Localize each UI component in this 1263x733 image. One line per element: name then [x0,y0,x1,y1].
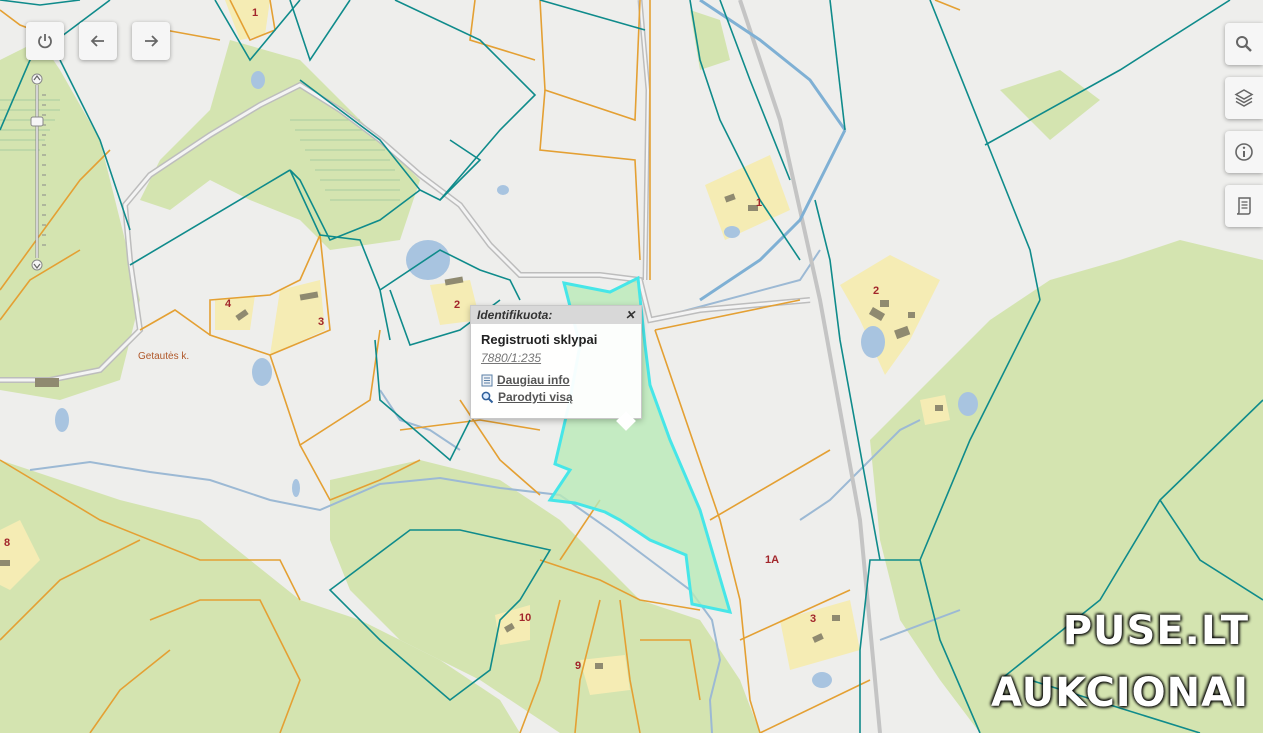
map-label: 1 [252,7,258,19]
forward-arrow-icon [145,35,159,47]
layers-button[interactable] [1225,77,1263,119]
power-icon [38,34,52,49]
watermark-line-2: AUKCIONAI [991,670,1249,716]
plot-id-link[interactable]: 7880/1:235 [481,351,631,365]
info-icon [1235,143,1253,161]
map-label: 3 [318,316,324,328]
show-all-link[interactable]: Parodyti visą [481,390,631,404]
legend-icon [1236,197,1251,215]
village-label: Getautės k. [138,351,189,362]
magnifier-icon [481,391,494,403]
zoom-thumb[interactable] [30,116,44,127]
map-label: 3 [810,613,816,625]
map-label: 2 [873,285,879,297]
power-button[interactable] [26,22,64,60]
identify-popup: Identifikuota: ✕ Registruoti sklypai 788… [470,305,642,431]
forward-button[interactable] [132,22,170,60]
map-label: 4 [225,298,232,310]
back-button[interactable] [79,22,117,60]
map-label: 1 [756,197,762,209]
popup-header: Identifikuota: ✕ [471,306,641,324]
layers-icon [1234,89,1254,107]
document-icon [481,374,493,386]
popup-layer-name: Registruoti sklypai [481,332,598,347]
info-button[interactable] [1225,131,1263,173]
more-info-label: Daugiau info [497,373,570,387]
map-label: 10 [519,612,531,624]
show-all-label: Parodyti visą [498,390,573,404]
watermark-line-1: PUSE.LT [1062,608,1249,654]
map-label: 1A [765,554,779,566]
legend-button[interactable] [1225,185,1263,227]
search-icon [1236,36,1252,52]
back-arrow-icon [90,35,104,47]
map-label: 8 [4,537,10,549]
map-label: 2 [454,299,460,311]
map-label: 9 [575,660,581,672]
close-icon[interactable]: ✕ [625,309,635,321]
search-button[interactable] [1225,23,1263,65]
more-info-link[interactable]: Daugiau info [481,373,631,387]
popup-title: Identifikuota: [477,308,553,322]
